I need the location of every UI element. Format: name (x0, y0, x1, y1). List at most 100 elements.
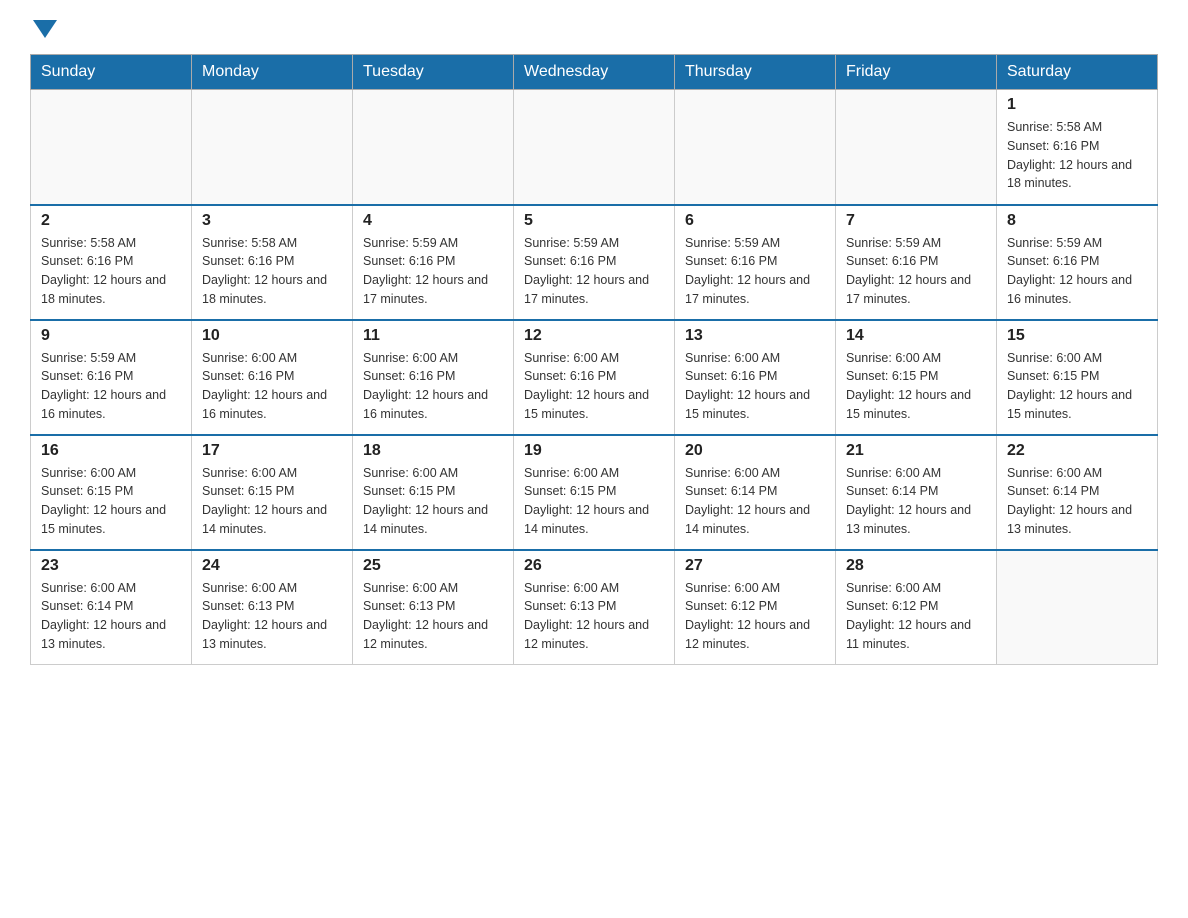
calendar-day-cell: 9 Sunrise: 5:59 AM Sunset: 6:16 PM Daylig… (31, 320, 192, 435)
day-number: 25 (363, 557, 503, 575)
column-header-friday: Friday (836, 55, 997, 90)
calendar-day-cell: 19 Sunrise: 6:00 AM Sunset: 6:15 PM Dayli… (514, 435, 675, 550)
day-info: Sunrise: 5:59 AM Sunset: 6:16 PM Dayligh… (363, 234, 503, 309)
calendar-day-cell: 3 Sunrise: 5:58 AM Sunset: 6:16 PM Daylig… (192, 205, 353, 320)
day-info: Sunrise: 6:00 AM Sunset: 6:13 PM Dayligh… (202, 579, 342, 654)
day-number: 7 (846, 212, 986, 230)
day-number: 24 (202, 557, 342, 575)
calendar-day-cell: 13 Sunrise: 6:00 AM Sunset: 6:16 PM Dayli… (675, 320, 836, 435)
day-number: 6 (685, 212, 825, 230)
calendar-day-cell (192, 90, 353, 205)
calendar-day-cell: 1Sunrise: 5:58 AM Sunset: 6:16 PM Daylig… (997, 90, 1158, 205)
day-info: Sunrise: 5:58 AM Sunset: 6:16 PM Dayligh… (1007, 118, 1147, 193)
day-number: 9 (41, 327, 181, 345)
day-info: Sunrise: 6:00 AM Sunset: 6:15 PM Dayligh… (846, 349, 986, 424)
day-number: 27 (685, 557, 825, 575)
calendar-day-cell: 8 Sunrise: 5:59 AM Sunset: 6:16 PM Daylig… (997, 205, 1158, 320)
logo-general (30, 20, 57, 34)
column-header-monday: Monday (192, 55, 353, 90)
calendar-day-cell (675, 90, 836, 205)
day-number: 19 (524, 442, 664, 460)
calendar-day-cell: 26 Sunrise: 6:00 AM Sunset: 6:13 PM Dayli… (514, 550, 675, 665)
calendar-week-row: 9 Sunrise: 5:59 AM Sunset: 6:16 PM Daylig… (31, 320, 1158, 435)
day-number: 5 (524, 212, 664, 230)
day-info: Sunrise: 6:00 AM Sunset: 6:16 PM Dayligh… (685, 349, 825, 424)
calendar-day-cell (997, 550, 1158, 665)
day-number: 12 (524, 327, 664, 345)
calendar-day-cell: 5 Sunrise: 5:59 AM Sunset: 6:16 PM Daylig… (514, 205, 675, 320)
column-header-thursday: Thursday (675, 55, 836, 90)
calendar-day-cell (353, 90, 514, 205)
calendar-day-cell: 15 Sunrise: 6:00 AM Sunset: 6:15 PM Dayli… (997, 320, 1158, 435)
day-info: Sunrise: 6:00 AM Sunset: 6:12 PM Dayligh… (846, 579, 986, 654)
day-number: 22 (1007, 442, 1147, 460)
column-header-wednesday: Wednesday (514, 55, 675, 90)
calendar-day-cell: 2Sunrise: 5:58 AM Sunset: 6:16 PM Daylig… (31, 205, 192, 320)
day-info: Sunrise: 5:59 AM Sunset: 6:16 PM Dayligh… (41, 349, 181, 424)
calendar-day-cell: 16 Sunrise: 6:00 AM Sunset: 6:15 PM Dayli… (31, 435, 192, 550)
calendar-day-cell: 18Sunrise: 6:00 AM Sunset: 6:15 PM Dayli… (353, 435, 514, 550)
day-info: Sunrise: 6:00 AM Sunset: 6:13 PM Dayligh… (524, 579, 664, 654)
day-info: Sunrise: 5:59 AM Sunset: 6:16 PM Dayligh… (1007, 234, 1147, 309)
day-info: Sunrise: 6:00 AM Sunset: 6:15 PM Dayligh… (524, 464, 664, 539)
calendar-day-cell: 23Sunrise: 6:00 AM Sunset: 6:14 PM Dayli… (31, 550, 192, 665)
day-number: 4 (363, 212, 503, 230)
page-header (30, 20, 1158, 34)
day-info: Sunrise: 6:00 AM Sunset: 6:14 PM Dayligh… (41, 579, 181, 654)
day-info: Sunrise: 5:58 AM Sunset: 6:16 PM Dayligh… (41, 234, 181, 309)
column-header-saturday: Saturday (997, 55, 1158, 90)
day-number: 3 (202, 212, 342, 230)
day-info: Sunrise: 6:00 AM Sunset: 6:15 PM Dayligh… (1007, 349, 1147, 424)
day-number: 16 (41, 442, 181, 460)
logo-arrow-icon (33, 20, 57, 38)
day-number: 8 (1007, 212, 1147, 230)
day-info: Sunrise: 6:00 AM Sunset: 6:14 PM Dayligh… (846, 464, 986, 539)
calendar-week-row: 16 Sunrise: 6:00 AM Sunset: 6:15 PM Dayli… (31, 435, 1158, 550)
calendar-day-cell: 27 Sunrise: 6:00 AM Sunset: 6:12 PM Dayli… (675, 550, 836, 665)
day-info: Sunrise: 5:59 AM Sunset: 6:16 PM Dayligh… (524, 234, 664, 309)
day-info: Sunrise: 5:59 AM Sunset: 6:16 PM Dayligh… (685, 234, 825, 309)
day-info: Sunrise: 6:00 AM Sunset: 6:13 PM Dayligh… (363, 579, 503, 654)
day-number: 13 (685, 327, 825, 345)
day-number: 21 (846, 442, 986, 460)
calendar-day-cell: 7 Sunrise: 5:59 AM Sunset: 6:16 PM Daylig… (836, 205, 997, 320)
logo (30, 20, 57, 34)
calendar-day-cell (31, 90, 192, 205)
calendar-day-cell: 12 Sunrise: 6:00 AM Sunset: 6:16 PM Dayli… (514, 320, 675, 435)
column-header-tuesday: Tuesday (353, 55, 514, 90)
calendar-day-cell: 24 Sunrise: 6:00 AM Sunset: 6:13 PM Dayli… (192, 550, 353, 665)
day-info: Sunrise: 5:58 AM Sunset: 6:16 PM Dayligh… (202, 234, 342, 309)
calendar-day-cell: 4 Sunrise: 5:59 AM Sunset: 6:16 PM Daylig… (353, 205, 514, 320)
day-info: Sunrise: 6:00 AM Sunset: 6:14 PM Dayligh… (685, 464, 825, 539)
day-number: 14 (846, 327, 986, 345)
day-number: 28 (846, 557, 986, 575)
day-info: Sunrise: 6:00 AM Sunset: 6:16 PM Dayligh… (202, 349, 342, 424)
calendar-day-cell: 21 Sunrise: 6:00 AM Sunset: 6:14 PM Dayli… (836, 435, 997, 550)
day-number: 11 (363, 327, 503, 345)
day-info: Sunrise: 6:00 AM Sunset: 6:12 PM Dayligh… (685, 579, 825, 654)
calendar-day-cell: 17 Sunrise: 6:00 AM Sunset: 6:15 PM Dayli… (192, 435, 353, 550)
calendar-table: SundayMondayTuesdayWednesdayThursdayFrid… (30, 54, 1158, 665)
day-info: Sunrise: 6:00 AM Sunset: 6:14 PM Dayligh… (1007, 464, 1147, 539)
calendar-day-cell (514, 90, 675, 205)
day-info: Sunrise: 6:00 AM Sunset: 6:15 PM Dayligh… (202, 464, 342, 539)
day-info: Sunrise: 6:00 AM Sunset: 6:15 PM Dayligh… (41, 464, 181, 539)
calendar-header-row: SundayMondayTuesdayWednesdayThursdayFrid… (31, 55, 1158, 90)
calendar-day-cell: 14 Sunrise: 6:00 AM Sunset: 6:15 PM Dayli… (836, 320, 997, 435)
day-number: 10 (202, 327, 342, 345)
day-number: 17 (202, 442, 342, 460)
calendar-week-row: 2Sunrise: 5:58 AM Sunset: 6:16 PM Daylig… (31, 205, 1158, 320)
day-number: 15 (1007, 327, 1147, 345)
day-info: Sunrise: 6:00 AM Sunset: 6:16 PM Dayligh… (363, 349, 503, 424)
calendar-day-cell: 28 Sunrise: 6:00 AM Sunset: 6:12 PM Dayli… (836, 550, 997, 665)
day-info: Sunrise: 5:59 AM Sunset: 6:16 PM Dayligh… (846, 234, 986, 309)
day-number: 26 (524, 557, 664, 575)
day-number: 20 (685, 442, 825, 460)
calendar-day-cell (836, 90, 997, 205)
calendar-day-cell: 10 Sunrise: 6:00 AM Sunset: 6:16 PM Dayli… (192, 320, 353, 435)
calendar-day-cell: 22 Sunrise: 6:00 AM Sunset: 6:14 PM Dayli… (997, 435, 1158, 550)
calendar-week-row: 1Sunrise: 5:58 AM Sunset: 6:16 PM Daylig… (31, 90, 1158, 205)
day-info: Sunrise: 6:00 AM Sunset: 6:16 PM Dayligh… (524, 349, 664, 424)
calendar-day-cell: 20 Sunrise: 6:00 AM Sunset: 6:14 PM Dayli… (675, 435, 836, 550)
calendar-week-row: 23Sunrise: 6:00 AM Sunset: 6:14 PM Dayli… (31, 550, 1158, 665)
